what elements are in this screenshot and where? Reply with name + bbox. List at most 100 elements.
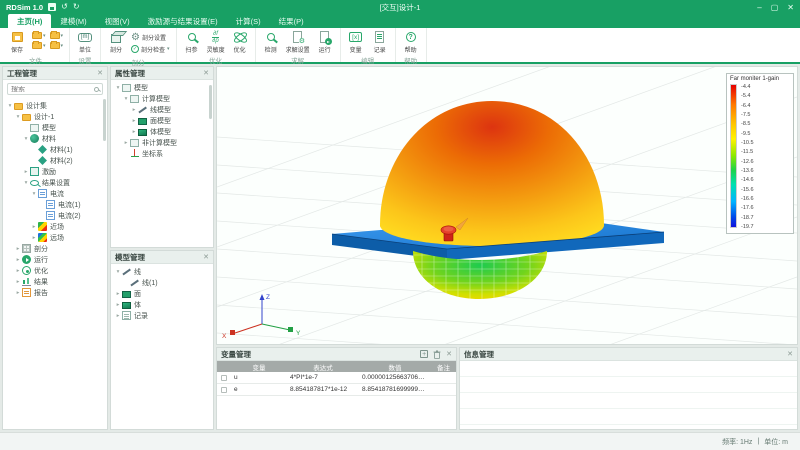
3d-scene[interactable]: Z X Y [217,67,797,344]
expander-icon[interactable]: ▾ [122,96,130,102]
viewport-3d[interactable]: Z X Y Far moniter 1-gain -4.4-5.4-6.4-7.… [216,66,798,345]
expander-icon[interactable]: ▾ [114,269,122,275]
redo-icon[interactable]: ↻ [73,3,80,11]
quick-save-icon[interactable] [48,3,56,11]
recent-files-button[interactable]: ▾ [32,42,46,49]
expander-icon[interactable]: ▾ [14,114,22,120]
expander-icon[interactable]: ▸ [14,246,22,252]
help-button[interactable]: 帮助 [402,30,420,54]
mesh-button[interactable]: 剖分 [107,30,125,54]
mesh-check-button[interactable]: 剖分检查 ▾ [131,45,170,54]
tab-3[interactable]: 激励源与结果设置(E) [139,14,227,28]
tab-5[interactable]: 结果(P) [270,14,313,28]
solver-settings-button[interactable]: 求解设置 [286,30,310,54]
tab-4[interactable]: 计算(S) [227,14,270,28]
farfield-dome[interactable] [380,101,604,246]
tab-1[interactable]: 建模(M) [51,14,95,28]
optimize-button[interactable]: 优化 [231,30,249,54]
project-tree-item-6[interactable]: ▸激励 [3,166,107,177]
minimize-button[interactable]: – [757,3,761,12]
project-tree-item-16[interactable]: ▸结果 [3,276,107,287]
sensitivity-button[interactable]: 灵敏度 [207,30,225,54]
detect-button[interactable]: 检测 [262,30,280,54]
expander-icon[interactable]: ▸ [14,257,22,263]
scrollbar-thumb[interactable] [103,99,106,141]
export-button[interactable]: ▾ [50,42,64,49]
scrollbar-thumb[interactable] [209,85,212,119]
project-tree-item-0[interactable]: ▾设计集 [3,100,107,111]
add-variable-button[interactable]: + [420,350,428,358]
variable-button[interactable]: 变量 [347,30,365,54]
expander-icon[interactable]: ▸ [130,129,138,135]
project-tree-item-5[interactable]: 材料(2) [3,155,107,166]
expander-icon[interactable]: ▾ [22,180,30,186]
expander-icon[interactable]: ▾ [22,136,30,142]
expander-icon[interactable]: ▸ [14,290,22,296]
project-tree-item-4[interactable]: 材料(1) [3,144,107,155]
save-button[interactable]: 保存 [8,30,26,54]
variable-checkbox[interactable] [221,375,227,381]
open-project-button[interactable]: ▾ [32,32,46,39]
project-tree-item-12[interactable]: ▸远场 [3,232,107,243]
undo-icon[interactable]: ↺ [61,3,68,11]
close-panel-icon[interactable]: ✕ [203,253,209,261]
expander-icon[interactable]: ▸ [14,268,22,274]
import-button[interactable]: ▾ [50,32,64,39]
model-tree-item-3[interactable]: ▸体 [111,299,213,310]
variable-row-u[interactable]: u4*PI*1e-70.00000125663706143... [217,372,456,384]
sweep-button[interactable]: 扫参 [183,30,201,54]
model-tree-item-4[interactable]: ▸记录 [111,310,213,321]
expander-icon[interactable]: ▸ [130,118,138,124]
close-panel-icon[interactable]: ✕ [203,69,209,77]
model-tree-item-2[interactable]: ▸面 [111,288,213,299]
search-input[interactable] [11,86,94,93]
project-tree-item-9[interactable]: 电流(1) [3,199,107,210]
project-tree-item-14[interactable]: ▸运行 [3,254,107,265]
property-tree-item-1[interactable]: ▾计算模型 [111,93,213,104]
expander-icon[interactable]: ▸ [22,169,30,175]
expander-icon[interactable]: ▸ [114,313,122,319]
project-tree-item-7[interactable]: ▾结果设置 [3,177,107,188]
model-tree-item-1[interactable]: 线(1) [111,277,213,288]
project-tree-item-1[interactable]: ▾设计-1 [3,111,107,122]
expander-icon[interactable]: ▸ [30,235,38,241]
project-tree-item-10[interactable]: 电流(2) [3,210,107,221]
close-panel-icon[interactable]: ✕ [787,350,793,358]
property-tree-item-5[interactable]: ▸非计算模型 [111,137,213,148]
project-tree-item-11[interactable]: ▸近场 [3,221,107,232]
expander-icon[interactable]: ▸ [114,302,122,308]
project-tree-item-2[interactable]: 模型 [3,122,107,133]
expander-icon[interactable]: ▸ [114,291,122,297]
project-tree-item-8[interactable]: ▾电流 [3,188,107,199]
tab-2[interactable]: 视图(V) [96,14,139,28]
property-tree-item-4[interactable]: ▸体模型 [111,126,213,137]
model-tree-item-0[interactable]: ▾线 [111,266,213,277]
expander-icon[interactable]: ▸ [14,279,22,285]
property-tree-item-6[interactable]: 坐标系 [111,148,213,159]
close-panel-icon[interactable]: ✕ [446,350,452,358]
expander-icon[interactable]: ▾ [114,85,122,91]
close-panel-icon[interactable]: ✕ [97,69,103,77]
expander-icon[interactable]: ▸ [30,224,38,230]
project-tree-item-3[interactable]: ▾材料 [3,133,107,144]
expander-icon[interactable]: ▾ [30,191,38,197]
record-button[interactable]: 记录 [371,30,389,54]
property-tree-item-0[interactable]: ▾模型 [111,82,213,93]
property-tree-item-3[interactable]: ▸面模型 [111,115,213,126]
mesh-settings-button[interactable]: 剖分设置 [131,33,170,43]
run-button[interactable]: 运行 [316,30,334,54]
tab-0[interactable]: 主页(H) [8,14,51,28]
maximize-button[interactable]: ▢ [771,3,779,12]
variable-row-e[interactable]: e8.854187817*1e-128.854187816999999e-... [217,384,456,396]
close-button[interactable]: ✕ [787,3,794,12]
project-tree-item-17[interactable]: ▸报告 [3,287,107,298]
variable-checkbox[interactable] [221,387,227,393]
expander-icon[interactable]: ▸ [130,107,138,113]
expander-icon[interactable]: ▸ [122,140,130,146]
unit-button[interactable]: 单位 [76,30,94,54]
project-tree-item-15[interactable]: ▸优化 [3,265,107,276]
expander-icon[interactable]: ▾ [6,103,14,109]
property-tree-item-2[interactable]: ▸线模型 [111,104,213,115]
delete-variable-button[interactable] [433,350,441,359]
project-tree-item-13[interactable]: ▸剖分 [3,243,107,254]
